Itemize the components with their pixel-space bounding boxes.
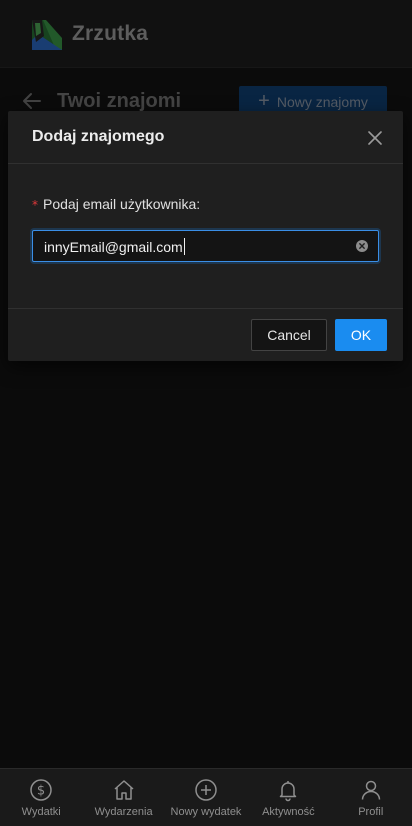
home-icon — [114, 780, 134, 800]
required-mark: * — [32, 198, 38, 212]
tab-label: Wydatki — [21, 806, 61, 818]
modal-title: Dodaj znajomego — [32, 128, 165, 145]
svg-text:$: $ — [37, 784, 45, 799]
clear-input-icon[interactable] — [356, 240, 368, 252]
cancel-button[interactable]: Cancel — [251, 319, 327, 351]
bell-icon — [280, 781, 297, 802]
tab-profil[interactable]: Profil — [330, 769, 412, 826]
tab-wydarzenia[interactable]: Wydarzenia — [82, 769, 164, 826]
email-input-value[interactable]: innyEmail@gmail.com — [44, 238, 185, 255]
tab-label: Profil — [358, 806, 384, 818]
email-input[interactable]: innyEmail@gmail.com — [32, 230, 379, 262]
tab-label: Nowy wydatek — [170, 806, 242, 818]
tab-nowy-wydatek[interactable]: Nowy wydatek — [165, 769, 247, 826]
modal-header: Dodaj znajomego — [8, 111, 403, 164]
tab-label: Aktywność — [262, 806, 315, 818]
email-label-text: Podaj email użytkownika: — [43, 196, 201, 212]
bottom-tab-bar: $ Wydatki Wydarzenia Nowy wydatek Aktywn… — [0, 768, 412, 826]
modal-footer: Cancel OK — [8, 309, 403, 360]
add-friend-modal: Dodaj znajomego * Podaj email użytkownika… — [8, 111, 403, 361]
tab-aktywnosc[interactable]: Aktywność — [247, 769, 329, 826]
ok-button[interactable]: OK — [335, 319, 387, 351]
close-icon[interactable] — [366, 129, 384, 147]
tab-label: Wydarzenia — [94, 806, 153, 818]
tab-wydatki[interactable]: $ Wydatki — [0, 769, 82, 826]
dollar-circle-icon: $ — [30, 779, 52, 801]
email-field-label: * Podaj email użytkownika: — [32, 196, 200, 212]
text-caret — [183, 238, 185, 255]
user-icon — [361, 780, 380, 800]
plus-circle-icon — [195, 779, 217, 801]
modal-body: * Podaj email użytkownika: innyEmail@gmai… — [8, 164, 403, 309]
